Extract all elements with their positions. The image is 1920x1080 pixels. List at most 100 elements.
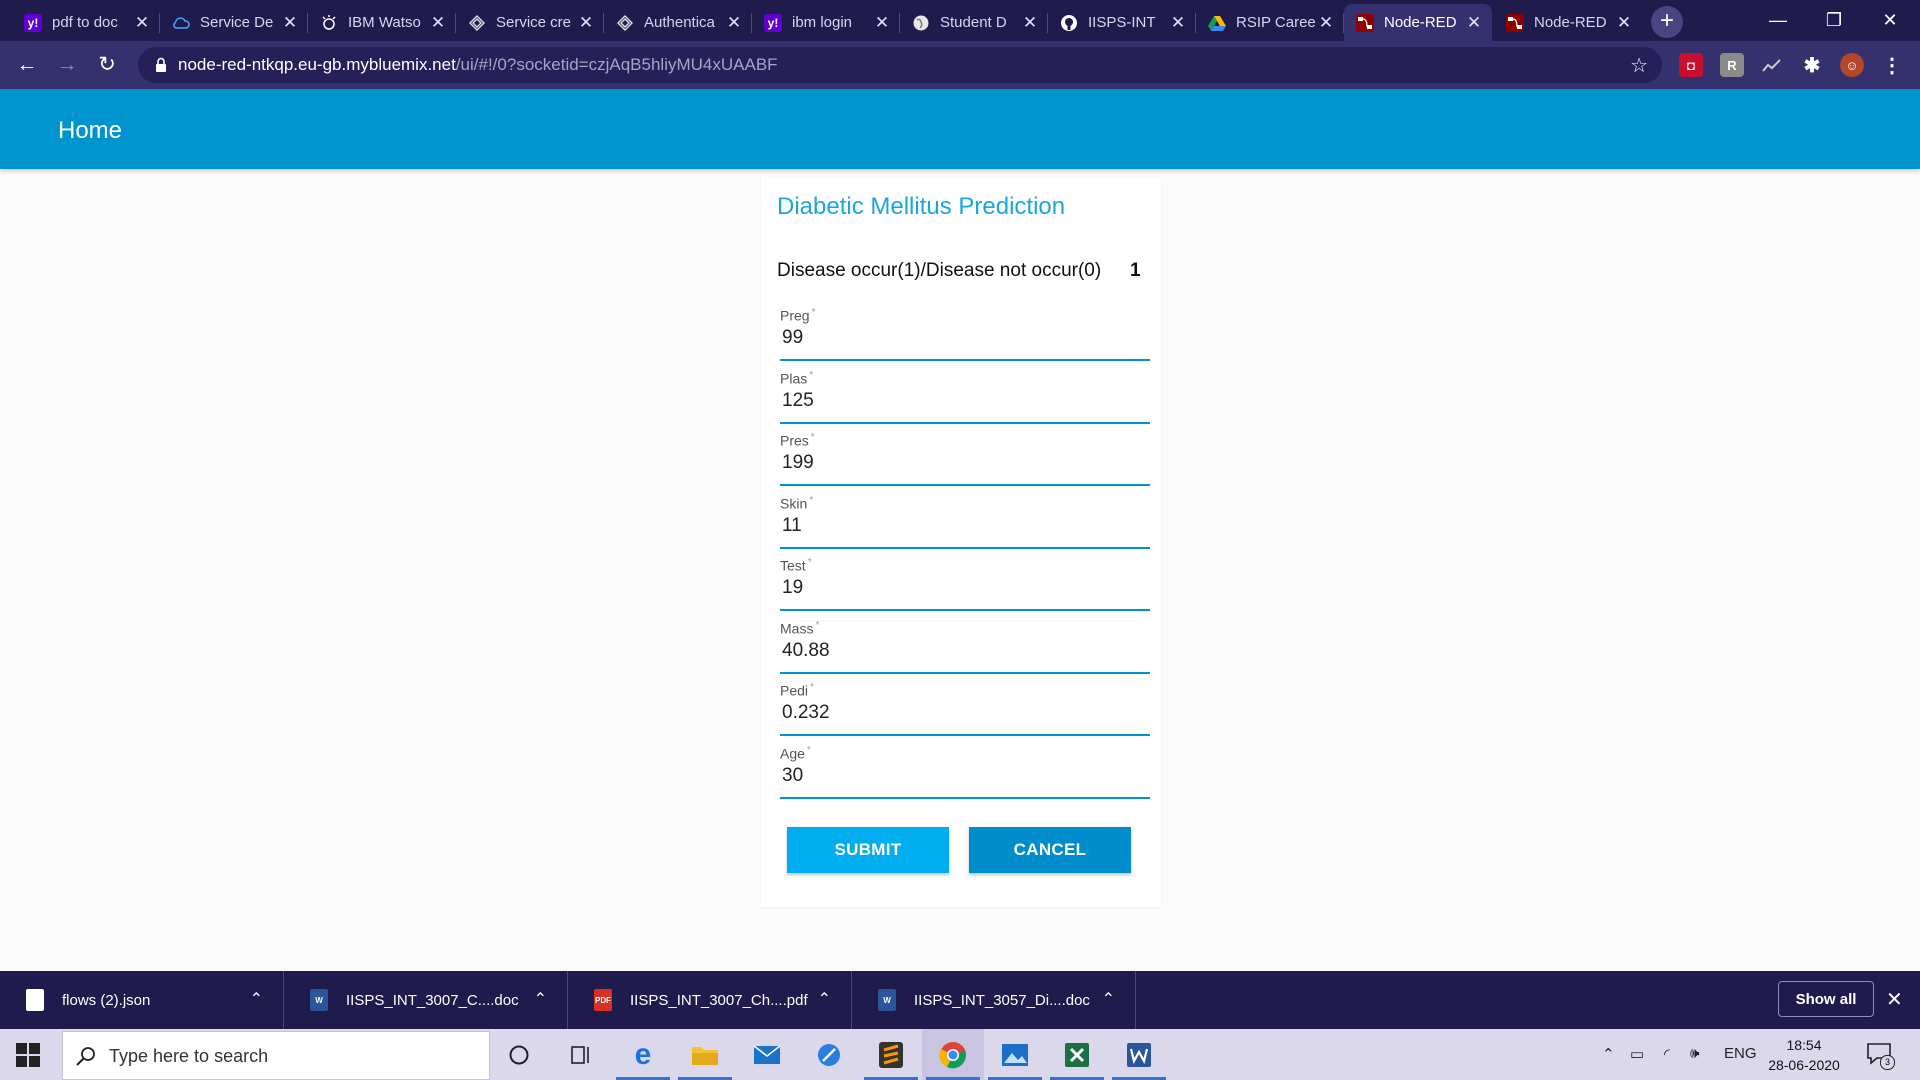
- prediction-form-card: Diabetic Mellitus Prediction Disease occ…: [761, 177, 1161, 907]
- close-icon[interactable]: ✕: [1886, 987, 1903, 1012]
- result-value: 1: [1130, 260, 1141, 281]
- submit-button[interactable]: SUBMIT: [787, 827, 949, 873]
- mail-icon[interactable]: [736, 1029, 798, 1080]
- close-tab-icon[interactable]: ✕: [874, 13, 890, 33]
- browser-tab[interactable]: Student D ✕: [900, 4, 1048, 41]
- browser-tab[interactable]: Authentica ✕: [604, 4, 752, 41]
- forward-icon[interactable]: →: [52, 50, 82, 80]
- test-input[interactable]: [780, 577, 1152, 599]
- close-tab-icon[interactable]: ✕: [1466, 13, 1482, 33]
- file-explorer-icon[interactable]: [674, 1029, 736, 1080]
- sublime-text-icon[interactable]: [860, 1029, 922, 1080]
- puzzle-extensions-icon[interactable]: ✱: [1800, 53, 1824, 77]
- tab-title: IISPS-INT: [1088, 14, 1156, 31]
- cortana-icon[interactable]: [488, 1029, 550, 1080]
- download-item[interactable]: W IISPS_INT_3057_Di....doc ⌃: [852, 971, 1136, 1029]
- chevron-up-icon[interactable]: ⌃: [534, 989, 547, 1009]
- photos-icon[interactable]: [984, 1029, 1046, 1080]
- show-all-button[interactable]: Show all: [1778, 981, 1874, 1017]
- mass-input[interactable]: [780, 640, 1152, 662]
- menu-kebab-icon[interactable]: ⋮: [1880, 53, 1904, 77]
- chevron-up-icon[interactable]: ⌃: [1602, 1045, 1615, 1063]
- battery-icon[interactable]: ▭: [1630, 1045, 1644, 1063]
- download-bar: flows (2).json ⌃ W IISPS_INT_3007_C....d…: [0, 971, 1920, 1029]
- excel-icon[interactable]: [1046, 1029, 1108, 1080]
- bookmark-star-icon[interactable]: ☆: [1630, 53, 1648, 78]
- tab-title: IBM Watso: [348, 14, 421, 31]
- field-label: Mass *: [780, 620, 820, 637]
- close-tab-icon[interactable]: ✕: [1170, 13, 1186, 33]
- profile-avatar[interactable]: ☺: [1840, 53, 1864, 77]
- cancel-button[interactable]: CANCEL: [969, 827, 1131, 873]
- close-tab-icon[interactable]: ✕: [1022, 13, 1038, 33]
- pres-input[interactable]: [780, 452, 1152, 474]
- close-tab-icon[interactable]: ✕: [578, 13, 594, 33]
- edge-icon[interactable]: e: [612, 1029, 674, 1080]
- word-file-icon: W: [310, 989, 328, 1011]
- ibm-cloud-icon: [468, 14, 486, 32]
- browser-tab[interactable]: y! pdf to doc ✕: [12, 4, 160, 41]
- reload-icon[interactable]: ↻: [92, 50, 122, 80]
- notifications-icon[interactable]: 3: [1866, 1041, 1895, 1072]
- ibm-cloud-icon: [616, 14, 634, 32]
- close-tab-icon[interactable]: ✕: [1616, 13, 1632, 33]
- download-item[interactable]: PDF IISPS_INT_3007_Ch....pdf ⌃: [568, 971, 852, 1029]
- stats-extension-icon[interactable]: [1760, 53, 1784, 77]
- pedi-field: Pedi *: [780, 682, 1152, 736]
- extension-icon[interactable]: R: [1720, 53, 1744, 77]
- close-tab-icon[interactable]: ✕: [282, 13, 298, 33]
- download-item[interactable]: flows (2).json ⌃: [0, 971, 284, 1029]
- tab-title: Student D: [940, 14, 1007, 31]
- chrome-icon[interactable]: [922, 1029, 984, 1080]
- field-label: Age *: [780, 745, 811, 762]
- new-tab-button[interactable]: +: [1651, 6, 1683, 38]
- download-filename: IISPS_INT_3007_Ch....pdf: [630, 991, 808, 1009]
- task-view-icon[interactable]: [550, 1029, 612, 1080]
- yahoo-icon: y!: [764, 13, 782, 32]
- browser-tab[interactable]: Node-RED ✕: [1494, 4, 1642, 41]
- tab-title: RSIP Caree: [1236, 14, 1316, 31]
- clock-date: 28-06-2020: [1768, 1057, 1840, 1073]
- browser-tab[interactable]: RSIP Caree ✕: [1196, 4, 1344, 41]
- browser-tab-active[interactable]: Node-RED ✕: [1344, 4, 1492, 41]
- word-icon[interactable]: [1108, 1029, 1170, 1080]
- volume-icon[interactable]: 🕪: [1690, 1045, 1699, 1062]
- age-input[interactable]: [780, 765, 1152, 787]
- watson-icon: [320, 14, 338, 32]
- plas-input[interactable]: [780, 390, 1152, 412]
- download-item[interactable]: W IISPS_INT_3007_C....doc ⌃: [284, 971, 568, 1029]
- chevron-up-icon[interactable]: ⌃: [1102, 989, 1115, 1009]
- restore-icon[interactable]: ❐: [1806, 0, 1862, 41]
- skin-input[interactable]: [780, 515, 1152, 537]
- close-window-icon[interactable]: ✕: [1862, 0, 1918, 41]
- field-label: Pres *: [780, 432, 815, 449]
- preg-input[interactable]: [780, 327, 1152, 349]
- close-tab-icon[interactable]: ✕: [1318, 13, 1334, 33]
- browser-tab[interactable]: Service cre ✕: [456, 4, 604, 41]
- close-tab-icon[interactable]: ✕: [134, 13, 150, 33]
- yahoo-icon: y!: [24, 13, 42, 32]
- browser-tab[interactable]: IBM Watso ✕: [308, 4, 456, 41]
- browser-tab[interactable]: IISPS-INT ✕: [1048, 4, 1196, 41]
- chevron-up-icon[interactable]: ⌃: [250, 989, 263, 1009]
- close-tab-icon[interactable]: ✕: [726, 13, 742, 33]
- minimize-icon[interactable]: —: [1750, 0, 1806, 41]
- wifi-icon[interactable]: ◜: [1664, 1045, 1670, 1063]
- mass-field: Mass *: [780, 620, 1152, 674]
- browser-app-icon[interactable]: [798, 1029, 860, 1080]
- taskbar-search-box[interactable]: Type here to search: [62, 1031, 490, 1080]
- address-bar[interactable]: node-red-ntkqp.eu-gb.mybluemix.net/ui/#!…: [138, 47, 1662, 83]
- tab-title: Node-RED: [1534, 14, 1607, 31]
- field-label: Pedi *: [780, 682, 814, 699]
- windows-start-icon[interactable]: [16, 1043, 40, 1067]
- pedi-input[interactable]: [780, 702, 1152, 724]
- language-indicator[interactable]: ENG: [1724, 1045, 1757, 1062]
- chevron-up-icon[interactable]: ⌃: [818, 989, 831, 1009]
- pocket-extension-icon[interactable]: ◘: [1679, 53, 1703, 77]
- close-tab-icon[interactable]: ✕: [430, 13, 446, 33]
- back-icon[interactable]: ←: [12, 50, 42, 80]
- drive-icon: [1208, 14, 1226, 32]
- taskbar-clock[interactable]: 18:54 28-06-2020: [1756, 1035, 1852, 1075]
- browser-tab[interactable]: Service De ✕: [160, 4, 308, 41]
- browser-tab[interactable]: y! ibm login ✕: [752, 4, 900, 41]
